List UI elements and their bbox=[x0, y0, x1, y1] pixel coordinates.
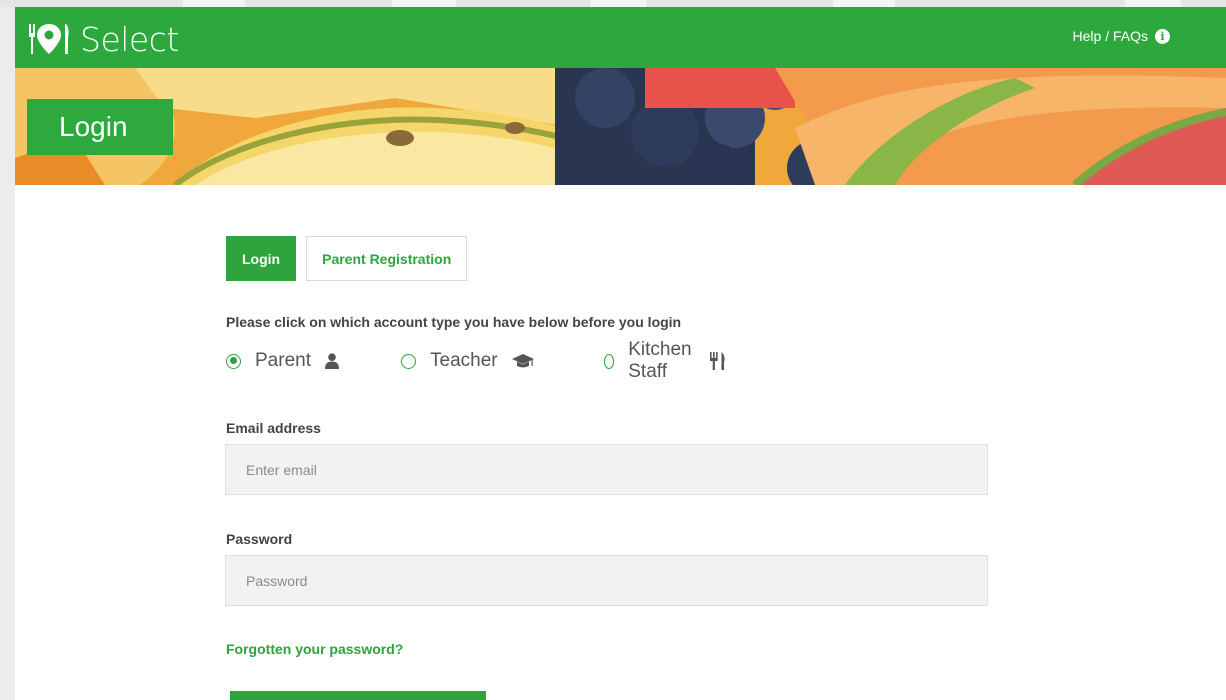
email-label: Email address bbox=[226, 420, 321, 436]
login-submit-button[interactable] bbox=[230, 691, 486, 700]
fruit-banner-image bbox=[15, 68, 1226, 185]
help-faqs-link[interactable]: Help / FAQs i bbox=[1073, 28, 1170, 44]
logo[interactable]: Select bbox=[26, 19, 179, 59]
account-type-instruction: Please click on which account type you h… bbox=[226, 314, 682, 330]
radio-teacher[interactable]: Teacher bbox=[401, 347, 534, 375]
graduation-cap-icon bbox=[511, 353, 534, 369]
radio-teacher-label: Teacher bbox=[430, 350, 498, 371]
radio-teacher-indicator[interactable] bbox=[401, 353, 416, 369]
password-label: Password bbox=[226, 531, 293, 547]
page-title: Login bbox=[27, 99, 173, 155]
auth-tabs: Login Parent Registration bbox=[226, 236, 468, 281]
fruit-banner: Login bbox=[15, 68, 1226, 185]
radio-parent-label: Parent bbox=[255, 350, 311, 371]
password-field[interactable] bbox=[225, 555, 988, 606]
radio-parent[interactable]: Parent bbox=[226, 347, 339, 375]
tab-login[interactable]: Login bbox=[226, 236, 297, 281]
user-icon bbox=[324, 353, 339, 369]
radio-kitchen-staff-label: Kitchen Staff bbox=[628, 339, 692, 382]
top-header: Select Help / FAQs i bbox=[15, 7, 1226, 68]
help-faqs-label: Help / FAQs bbox=[1072, 28, 1148, 44]
forgotten-password-link[interactable]: Forgotten your password? bbox=[226, 641, 403, 657]
cutlery-icon bbox=[710, 352, 726, 370]
fork-pin-knife-icon bbox=[29, 24, 69, 54]
radio-kitchen-staff[interactable]: Kitchen Staff bbox=[604, 339, 726, 382]
page: Select Help / FAQs i Login Login Parent … bbox=[15, 7, 1226, 700]
radio-parent-indicator[interactable] bbox=[226, 353, 241, 369]
tab-parent-registration[interactable]: Parent Registration bbox=[306, 236, 468, 281]
email-field[interactable] bbox=[225, 444, 988, 495]
logo-text: Select bbox=[80, 19, 179, 59]
info-circle-icon: i bbox=[1155, 28, 1170, 44]
browser-tab-strip bbox=[0, 0, 1226, 7]
radio-kitchen-staff-indicator[interactable] bbox=[604, 353, 615, 369]
